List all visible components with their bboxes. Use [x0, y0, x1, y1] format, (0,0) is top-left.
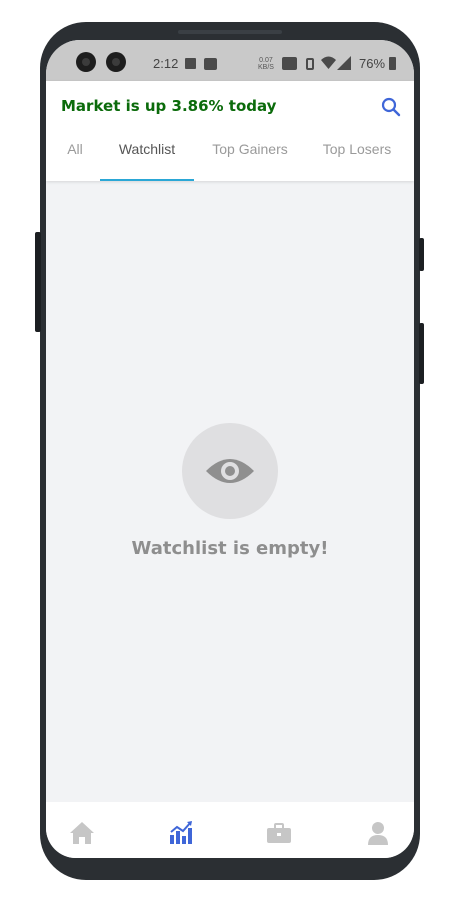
tab-top-gainers[interactable]: Top Gainers [204, 134, 296, 181]
camera-lens [106, 52, 126, 72]
tab-watchlist[interactable]: Watchlist [100, 134, 194, 181]
eye-icon [206, 459, 254, 483]
bottom-navigation [46, 802, 414, 858]
status-time: 2:12 [153, 56, 179, 71]
tab-label: Watchlist [118, 141, 176, 157]
network-speed-value: 0.07 [259, 57, 273, 64]
signal-icon [337, 56, 351, 70]
power-button [419, 323, 424, 384]
tab-top-losers[interactable]: Top Losers [314, 134, 400, 181]
nav-markets[interactable] [168, 820, 194, 846]
nav-profile[interactable] [365, 820, 391, 846]
tab-label: Top Losers [322, 141, 392, 157]
search-icon [381, 97, 401, 117]
market-summary-title: Market is up 3.86% today [61, 97, 277, 115]
battery-icon [389, 57, 396, 70]
network-speed-unit: KB/S [258, 64, 274, 71]
vibrate-icon [306, 58, 314, 70]
network-speed: 0.07 KB/S [258, 57, 274, 71]
app-header: Market is up 3.86% today All Watchlist T… [46, 81, 414, 181]
tab-label: Top Gainers [212, 141, 288, 157]
tab-all[interactable]: All [58, 134, 92, 181]
nav-portfolio[interactable] [266, 820, 292, 846]
screen: 2:12 0.07 KB/S 76% Market is up 3.86% to… [46, 40, 414, 858]
empty-state-message: Watchlist is empty! [131, 538, 329, 559]
notification-icon [204, 58, 217, 70]
empty-state-badge [182, 423, 278, 519]
active-tab-indicator [100, 179, 194, 181]
profile-icon [368, 822, 388, 845]
camera-lens [76, 52, 96, 72]
status-bar: 2:12 0.07 KB/S 76% [46, 40, 414, 81]
nav-home[interactable] [69, 820, 95, 846]
tab-label: All [67, 141, 83, 157]
chart-icon [170, 821, 192, 844]
image-icon [185, 58, 196, 69]
volte-icon [282, 57, 297, 70]
battery-percent: 76% [359, 56, 386, 71]
side-button [419, 238, 424, 271]
tab-bar: All Watchlist Top Gainers Top Losers [46, 134, 414, 181]
volume-button [35, 232, 41, 332]
home-icon [70, 822, 94, 844]
wifi-icon [321, 56, 336, 69]
briefcase-icon [267, 823, 291, 843]
search-button[interactable] [380, 96, 402, 118]
earpiece [178, 30, 282, 34]
